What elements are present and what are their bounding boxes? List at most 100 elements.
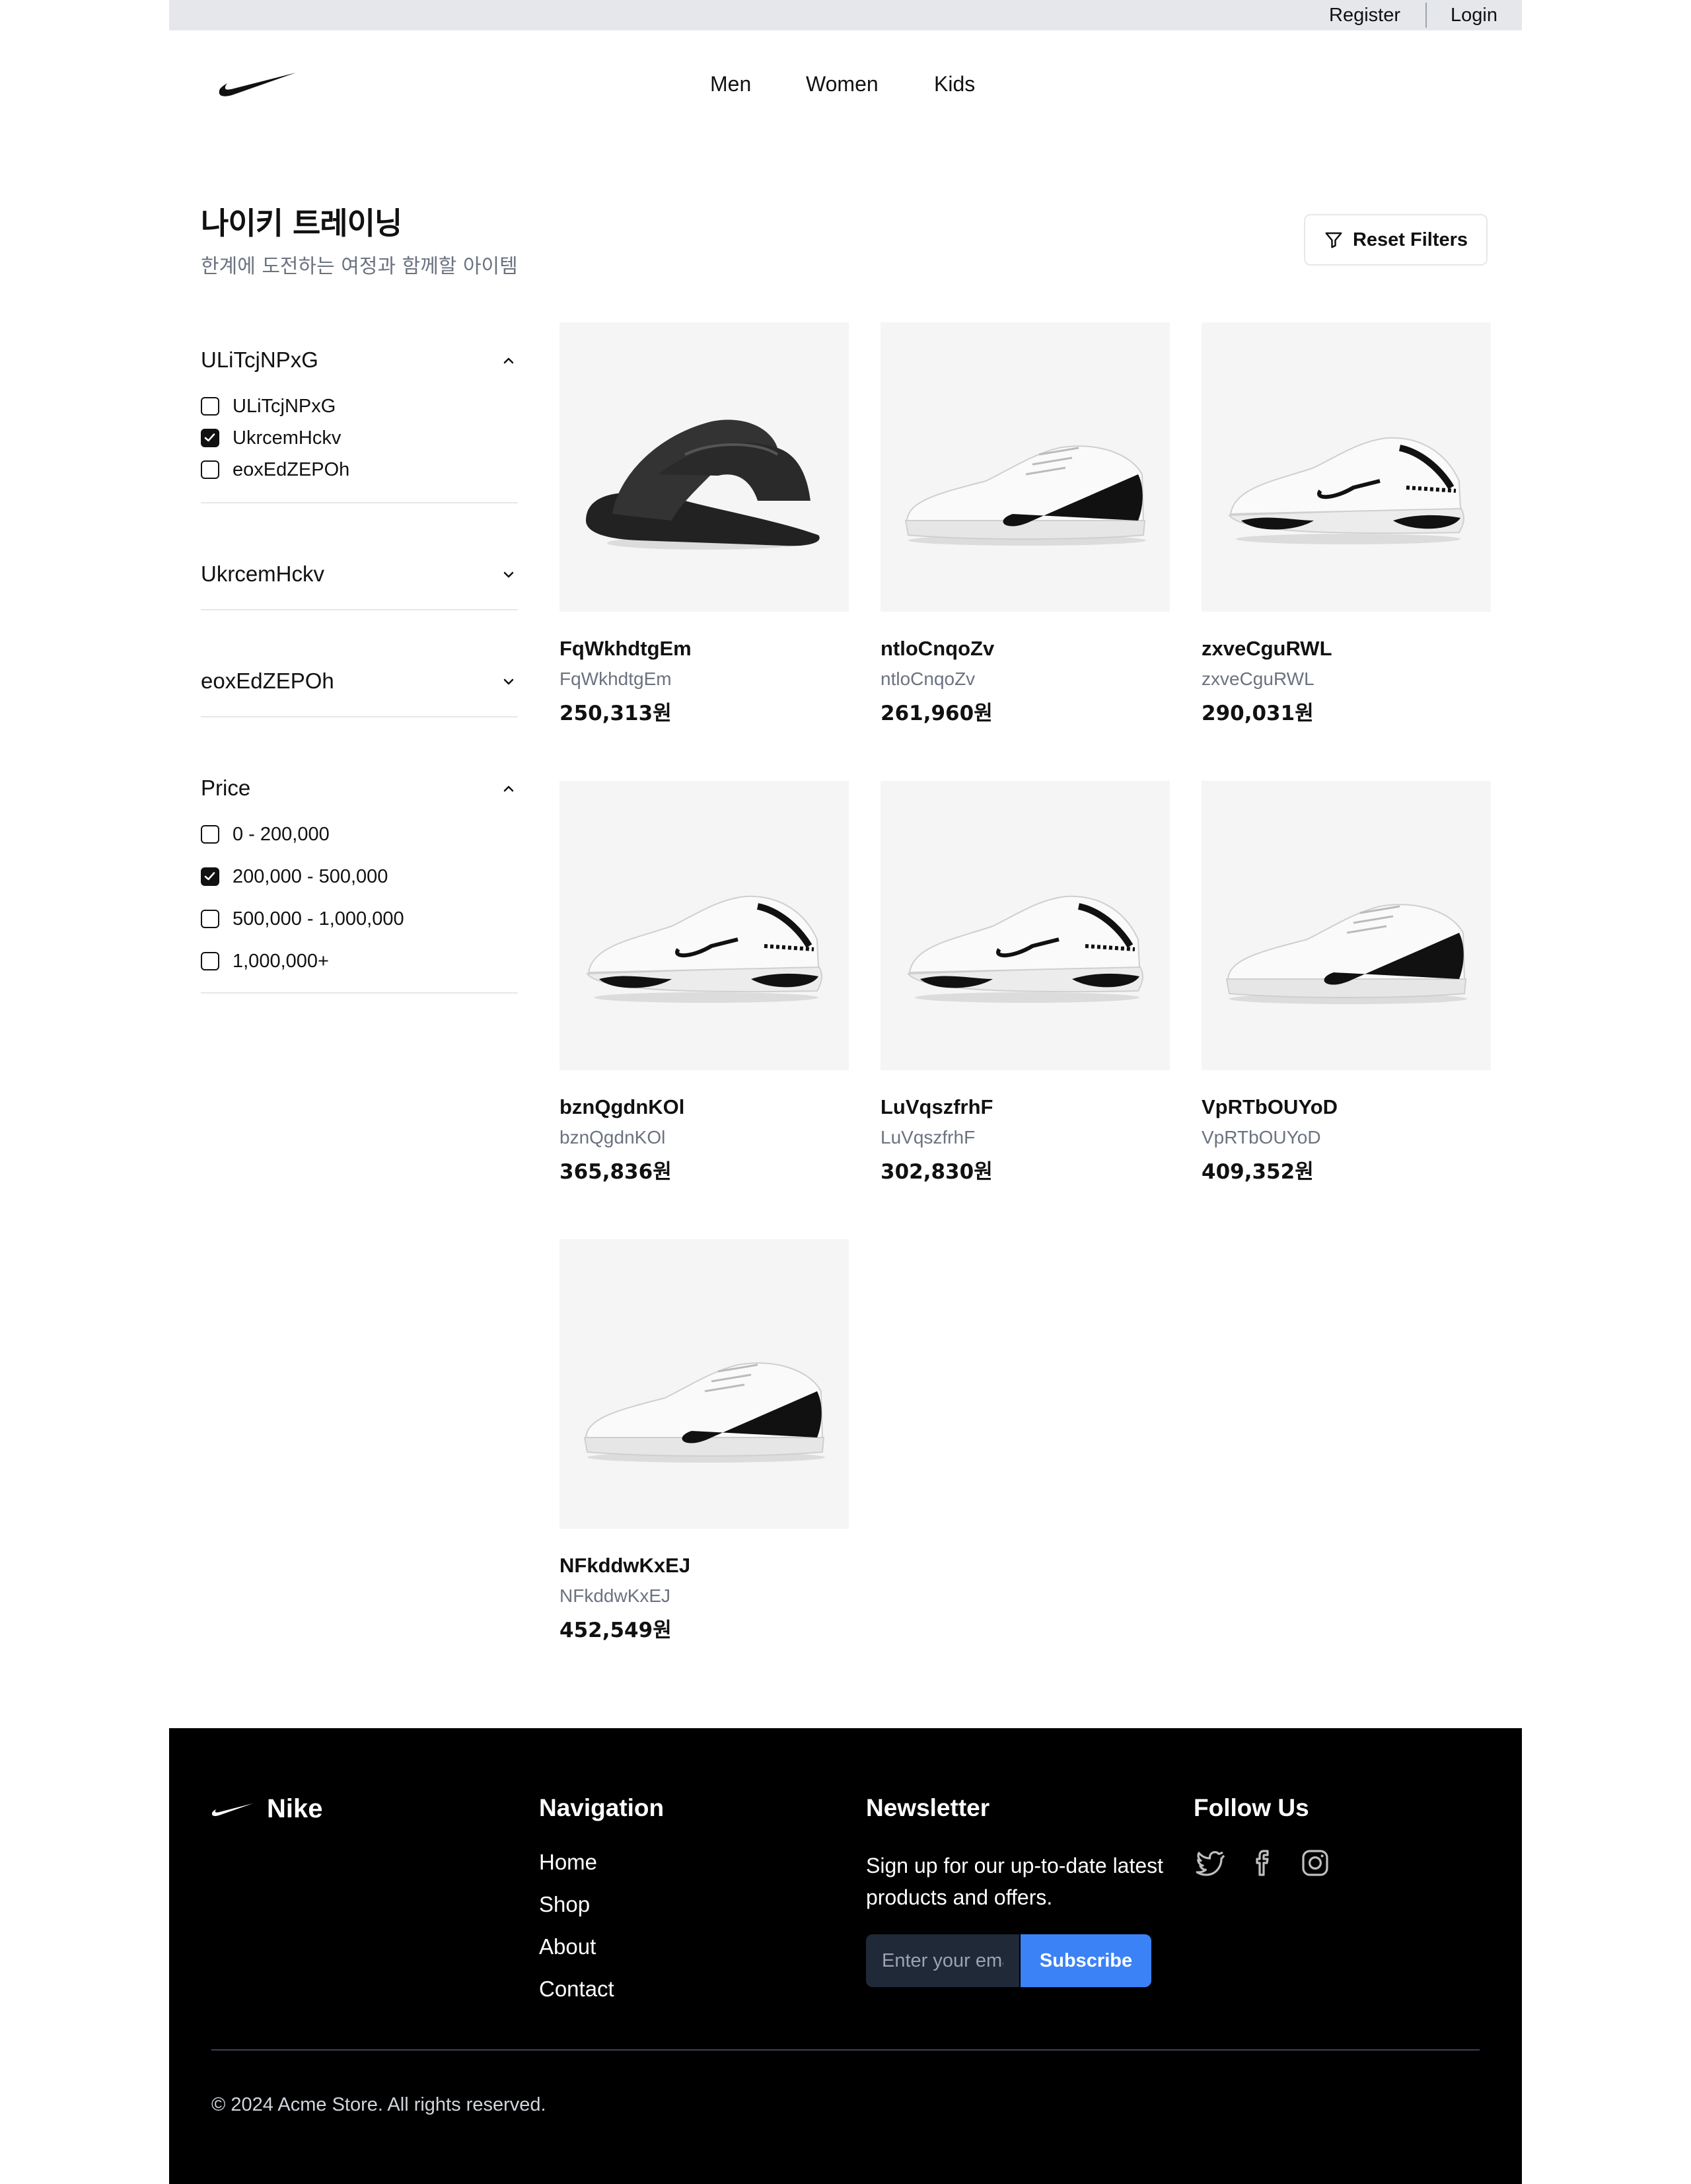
footer-link-shop[interactable]: Shop [539, 1892, 590, 1917]
newsletter-email-input[interactable] [866, 1934, 1019, 1987]
filter-group-title: UkrcemHckv [201, 562, 324, 586]
page-title: 나이키 트레이닝 [201, 205, 402, 241]
chevron-up-icon [503, 357, 514, 364]
product-category: VpRTbOUYoD [1202, 1127, 1321, 1147]
court-sneaker-image [1225, 904, 1467, 1004]
filter-option[interactable]: 0 - 200,000 [201, 821, 330, 848]
page: Register Login Men Women Kids 나이키 트레이닝 한… [169, 0, 1522, 2184]
filter-group-title: eoxEdZEPOh [201, 669, 334, 693]
filter-option[interactable]: eoxEdZEPOh [201, 456, 349, 483]
reset-filters-button[interactable]: Reset Filters [1304, 214, 1488, 266]
product-image-court[interactable] [1202, 781, 1491, 1070]
product-category: LuVqszfrhF [881, 1127, 976, 1147]
checkbox[interactable] [201, 952, 219, 970]
product-name[interactable]: LuVqszfrhF [881, 1095, 993, 1119]
login-link[interactable]: Login [1451, 0, 1497, 30]
product-card[interactable]: ntloCnqoZv ntloCnqoZv 261,960원 [881, 322, 1170, 725]
footer-follow-title: Follow Us [1194, 1794, 1309, 1821]
filter-option-label: 200,000 - 500,000 [233, 865, 388, 887]
checkbox-checked[interactable] [201, 867, 219, 886]
copyright-text: © 2024 Acme Store. All rights reserved. [211, 2094, 546, 2115]
product-image-runner[interactable] [1202, 322, 1491, 612]
product-name[interactable]: NFkddwKxEJ [559, 1554, 690, 1578]
newsletter-text: Sign up for our up-to-date latest produc… [866, 1854, 1164, 1909]
utility-bar: Register Login [169, 0, 1522, 30]
twitter-icon[interactable] [1194, 1847, 1225, 1879]
facebook-icon[interactable] [1246, 1847, 1278, 1879]
footer-link-contact[interactable]: Contact [539, 1977, 614, 2002]
product-category: zxveCguRWL [1202, 669, 1314, 689]
product-card[interactable]: NFkddwKxEJ NFkddwKxEJ 452,549원 [559, 1239, 849, 1642]
product-name[interactable]: zxveCguRWL [1202, 637, 1332, 661]
slide-sandal-image [586, 419, 820, 550]
utility-divider [1425, 3, 1427, 28]
product-name[interactable]: VpRTbOUYoD [1202, 1095, 1338, 1119]
product-category: ntloCnqoZv [881, 669, 976, 689]
filter-group-title: Price [201, 776, 251, 800]
filter-option[interactable]: ULiTcjNPxG [201, 393, 336, 419]
product-price: 290,031원 [1202, 702, 1314, 725]
filter-option[interactable]: 500,000 - 1,000,000 [201, 906, 404, 932]
filter-option-label: 0 - 200,000 [233, 823, 330, 845]
product-card[interactable]: FqWkhdtgEm FqWkhdtgEm 250,313원 [559, 322, 849, 725]
checkbox[interactable] [201, 397, 219, 416]
court-sneaker-image [583, 1362, 825, 1463]
product-name[interactable]: FqWkhdtgEm [559, 637, 692, 661]
nike-swoosh-icon [211, 1803, 253, 1816]
product-image-runner[interactable] [559, 781, 849, 1070]
filter-option-label: UkrcemHckv [233, 427, 342, 449]
filter-group-2: UkrcemHckv [201, 558, 518, 610]
product-category: FqWkhdtgEm [559, 669, 672, 689]
footer-brand[interactable]: Nike [211, 1794, 323, 1824]
footer-newsletter-title: Newsletter [866, 1794, 990, 1821]
filter-group-toggle[interactable]: UkrcemHckv [201, 558, 518, 591]
product-image-slide[interactable] [559, 322, 849, 612]
product-category: NFkddwKxEJ [559, 1585, 671, 1606]
check-icon [204, 433, 215, 442]
filter-option-label: 1,000,000+ [233, 950, 329, 972]
filter-group-toggle[interactable]: ULiTcjNPxG [201, 344, 518, 377]
filter-option[interactable]: 1,000,000+ [201, 948, 329, 974]
checkbox[interactable] [201, 460, 219, 479]
filter-group-toggle[interactable]: Price [201, 772, 518, 805]
filter-option[interactable]: 200,000 - 500,000 [201, 863, 388, 890]
nav-kids[interactable]: Kids [934, 69, 975, 99]
footer-link-about[interactable]: About [539, 1934, 596, 1959]
product-price: 365,836원 [559, 1160, 672, 1184]
product-card[interactable]: LuVqszfrhF LuVqszfrhF 302,830원 [881, 781, 1170, 1184]
checkbox-checked[interactable] [201, 429, 219, 447]
running-sneaker-image [907, 895, 1143, 1003]
register-link[interactable]: Register [1329, 0, 1400, 30]
filter-group-toggle[interactable]: eoxEdZEPOh [201, 665, 518, 698]
instagram-icon[interactable] [1299, 1847, 1331, 1879]
chevron-up-icon [503, 785, 514, 792]
footer-link-home[interactable]: Home [539, 1850, 597, 1875]
product-image-court[interactable] [881, 322, 1170, 612]
product-name[interactable]: bznQgdnKOl [559, 1095, 684, 1119]
court-sneaker-image [904, 445, 1146, 546]
checkbox[interactable] [201, 825, 219, 844]
footer-navigation-title: Navigation [539, 1794, 665, 1821]
subscribe-button[interactable]: Subscribe [1021, 1934, 1151, 1987]
checkbox[interactable] [201, 910, 219, 928]
nav-women[interactable]: Women [806, 69, 879, 99]
nav-men[interactable]: Men [710, 69, 751, 99]
product-price: 302,830원 [881, 1160, 993, 1184]
nike-swoosh-icon[interactable] [218, 69, 297, 99]
product-card[interactable]: zxveCguRWL zxveCguRWL 290,031원 [1202, 322, 1491, 725]
product-image-runner[interactable] [881, 781, 1170, 1070]
filter-group-title: ULiTcjNPxG [201, 347, 318, 372]
running-sneaker-image [586, 895, 822, 1003]
filter-option[interactable]: UkrcemHckv [201, 425, 341, 451]
filter-group-3: eoxEdZEPOh [201, 665, 518, 717]
footer-divider [211, 2049, 1480, 2051]
product-name[interactable]: ntloCnqoZv [881, 637, 994, 661]
product-price: 452,549원 [559, 1619, 672, 1642]
product-card[interactable]: bznQgdnKOl bznQgdnKOl 365,836원 [559, 781, 849, 1184]
running-sneaker-image [1228, 437, 1464, 544]
chevron-down-icon [503, 571, 514, 578]
product-image-court[interactable] [559, 1239, 849, 1529]
product-card[interactable]: VpRTbOUYoD VpRTbOUYoD 409,352원 [1202, 781, 1491, 1184]
filter-option-label: eoxEdZEPOh [233, 458, 350, 480]
filter-group-price: Price 0 - 200,000 200,000 - 500,000 500,… [201, 772, 518, 994]
